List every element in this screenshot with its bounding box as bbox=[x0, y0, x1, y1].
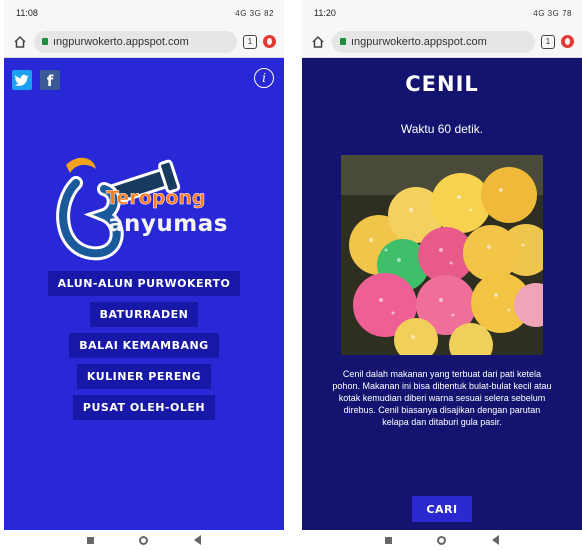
back-icon[interactable] bbox=[194, 535, 202, 545]
right-phone-screen: 11:20 4G 3G 78 ıngpurwokerto.appspot.com… bbox=[302, 0, 582, 550]
signal-icons: 4G 3G 82 bbox=[235, 9, 274, 18]
teropong-banyumas-logo: Teropong anyumas bbox=[46, 153, 246, 263]
network-label: 4G 3G bbox=[533, 8, 560, 18]
status-time: 11:08 bbox=[16, 8, 38, 18]
status-time: 11:20 bbox=[314, 8, 336, 18]
food-title: CENIL bbox=[405, 72, 479, 96]
browser-url-bar: ıngpurwokerto.appspot.com 1 bbox=[302, 26, 582, 58]
location-menu: ALUN-ALUN PURWOKERTO BATURRADEN BALAI KE… bbox=[4, 271, 284, 420]
home-page: f i Teropong anyumas ALUN-ALUN PURWOKERT… bbox=[4, 58, 284, 530]
status-bar: 11:08 4G 3G 82 bbox=[4, 0, 284, 26]
recent-apps-icon[interactable] bbox=[384, 536, 392, 544]
tabs-icon[interactable]: 1 bbox=[541, 34, 555, 49]
android-nav-bar bbox=[4, 530, 284, 550]
timer-text: Waktu 60 detik. bbox=[400, 122, 484, 136]
url-text: ıngpurwokerto.appspot.com bbox=[53, 35, 189, 48]
opera-icon[interactable] bbox=[561, 35, 574, 48]
info-icon[interactable]: i bbox=[254, 68, 274, 88]
menu-button-alun-alun-purwokerto[interactable]: ALUN-ALUN PURWOKERTO bbox=[47, 271, 241, 296]
opera-icon[interactable] bbox=[263, 35, 276, 48]
menu-button-baturraden[interactable]: BATURRADEN bbox=[89, 302, 199, 327]
facebook-icon[interactable]: f bbox=[40, 70, 60, 90]
battery-level: 78 bbox=[562, 8, 572, 18]
food-description: Cenil dalah makanan yang terbuat dari pa… bbox=[332, 369, 552, 427]
battery-level: 82 bbox=[264, 8, 274, 18]
url-field[interactable]: ıngpurwokerto.appspot.com bbox=[34, 30, 237, 53]
twitter-icon[interactable] bbox=[12, 70, 32, 90]
lock-icon bbox=[340, 38, 346, 45]
cari-button[interactable]: CARI bbox=[412, 496, 472, 522]
home-circle-icon[interactable] bbox=[139, 535, 149, 545]
left-phone-screen: 11:08 4G 3G 82 ıngpurwokerto.appspot.com… bbox=[4, 0, 284, 550]
cenil-food-image bbox=[341, 155, 543, 355]
back-icon[interactable] bbox=[492, 535, 500, 545]
home-icon[interactable] bbox=[12, 34, 28, 50]
tabs-icon[interactable]: 1 bbox=[243, 34, 257, 49]
signal-icons: 4G 3G 78 bbox=[533, 9, 572, 18]
menu-button-balai-kemambang[interactable]: BALAI KEMAMBANG bbox=[69, 333, 219, 358]
status-bar: 11:20 4G 3G 78 bbox=[302, 0, 582, 26]
android-nav-bar bbox=[302, 530, 582, 550]
url-text: ıngpurwokerto.appspot.com bbox=[351, 35, 487, 48]
logo-word-teropong: Teropong bbox=[106, 187, 206, 210]
home-circle-icon[interactable] bbox=[437, 535, 447, 545]
url-field[interactable]: ıngpurwokerto.appspot.com bbox=[332, 30, 535, 53]
lock-icon bbox=[42, 38, 48, 45]
browser-url-bar: ıngpurwokerto.appspot.com 1 bbox=[4, 26, 284, 58]
social-links: f bbox=[12, 70, 60, 90]
network-label: 4G 3G bbox=[235, 8, 262, 18]
menu-button-pusat-oleh-oleh[interactable]: PUSAT OLEH-OLEH bbox=[72, 395, 216, 420]
logo-word-banyumas: anyumas bbox=[108, 211, 228, 237]
menu-button-kuliner-pereng[interactable]: KULINER PERENG bbox=[76, 364, 212, 389]
home-icon[interactable] bbox=[310, 34, 326, 50]
recent-apps-icon[interactable] bbox=[86, 536, 94, 544]
quiz-page: CENIL Waktu 60 detik. Cenil dalah makana… bbox=[302, 58, 582, 530]
